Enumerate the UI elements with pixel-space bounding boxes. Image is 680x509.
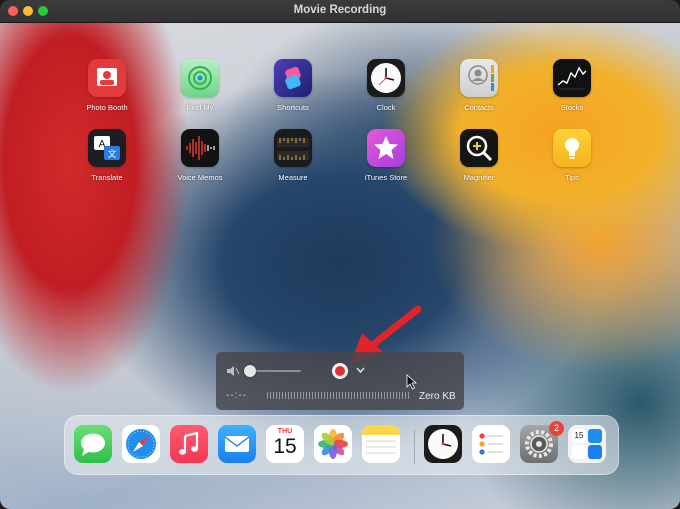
file-size: Zero KB xyxy=(419,391,456,402)
app-label: Clock xyxy=(376,103,396,112)
chevron-down-icon[interactable] xyxy=(356,367,365,374)
window-title: Movie Recording xyxy=(293,4,387,16)
dock-notes[interactable] xyxy=(362,425,400,463)
app-photo-booth[interactable]: Photo Booth xyxy=(67,59,147,112)
contacts-icon xyxy=(460,59,498,97)
shortcuts-icon xyxy=(274,59,312,97)
music-icon xyxy=(179,431,199,455)
app-measure[interactable]: Measure xyxy=(253,129,333,182)
dock-reminders[interactable] xyxy=(472,425,510,463)
app-label: Photo Booth xyxy=(86,103,128,112)
measure-icon xyxy=(274,129,312,167)
mouse-cursor-icon xyxy=(406,374,418,390)
dock-safari[interactable] xyxy=(122,425,160,463)
app-label: Translate xyxy=(91,173,123,182)
app-contacts[interactable]: Contacts xyxy=(439,59,519,112)
notes-icon xyxy=(362,425,400,454)
clock-icon xyxy=(367,59,405,97)
app-label: iTunes Store xyxy=(364,173,408,182)
dock-clock[interactable] xyxy=(424,425,462,463)
mini-app-store-icon xyxy=(588,445,602,459)
app-shortcuts[interactable]: Shortcuts xyxy=(253,59,333,112)
speaker-muted-icon[interactable] xyxy=(226,365,240,377)
clock-icon xyxy=(428,429,458,459)
dock-app-library[interactable]: 15 xyxy=(568,425,606,463)
record-dot-icon xyxy=(335,366,345,376)
audio-level-meter xyxy=(267,392,411,399)
quicktime-window: Movie Recording Photo Booth Find My Shor… xyxy=(0,0,680,509)
app-translate[interactable]: A 文 Translate xyxy=(67,129,147,182)
recording-controls: --:-- Zero KB xyxy=(216,352,464,410)
dock-photos[interactable] xyxy=(314,425,352,463)
app-label: Tips xyxy=(565,173,579,182)
svg-text:文: 文 xyxy=(107,148,116,159)
app-label: Magnifier xyxy=(463,173,495,182)
mini-safari-icon xyxy=(588,429,602,443)
voice-memos-icon xyxy=(181,129,219,167)
magnifier-icon xyxy=(460,129,498,167)
photo-booth-icon xyxy=(88,59,126,97)
mail-icon xyxy=(224,436,250,452)
calendar-day: THU xyxy=(277,428,293,435)
app-find-my[interactable]: Find My xyxy=(160,59,240,112)
app-magnifier[interactable]: Magnifier xyxy=(439,129,519,182)
mini-reminders-icon xyxy=(572,445,586,459)
safari-icon xyxy=(126,429,156,459)
app-label: Measure xyxy=(278,173,308,182)
itunes-store-icon xyxy=(367,129,405,167)
app-tips[interactable]: Tips xyxy=(532,129,612,182)
dock-music[interactable] xyxy=(170,425,208,463)
find-my-icon xyxy=(181,59,219,97)
dock-calendar[interactable]: THU 15 xyxy=(266,425,304,463)
messages-icon xyxy=(81,433,105,456)
dock-messages[interactable] xyxy=(74,425,112,463)
app-label: Find My xyxy=(186,103,214,112)
dock-mail[interactable] xyxy=(218,425,256,463)
mini-calendar-icon: 15 xyxy=(572,429,586,443)
photos-icon xyxy=(318,429,348,459)
app-voice-memos[interactable]: Voice Memos xyxy=(160,129,240,182)
app-label: Contacts xyxy=(464,103,494,112)
elapsed-time: --:-- xyxy=(226,390,248,401)
dock-divider xyxy=(414,430,415,464)
app-clock[interactable]: Clock xyxy=(346,59,426,112)
app-label: Voice Memos xyxy=(177,173,223,182)
stocks-icon xyxy=(553,59,591,97)
dock: THU 15 15 xyxy=(64,415,619,475)
tips-icon xyxy=(553,129,591,167)
app-label: Stocks xyxy=(560,103,584,112)
app-itunes-store[interactable]: iTunes Store xyxy=(346,129,426,182)
settings-notification-badge: 2 xyxy=(549,421,564,436)
volume-slider-knob[interactable] xyxy=(244,365,256,377)
app-stocks[interactable]: Stocks xyxy=(532,59,612,112)
app-label: Shortcuts xyxy=(277,103,309,112)
reminders-icon xyxy=(479,433,503,455)
calendar-date: 15 xyxy=(273,435,297,458)
title-bar[interactable]: Movie Recording xyxy=(0,0,680,23)
record-button[interactable] xyxy=(332,363,348,379)
translate-icon: A 文 xyxy=(88,129,126,167)
